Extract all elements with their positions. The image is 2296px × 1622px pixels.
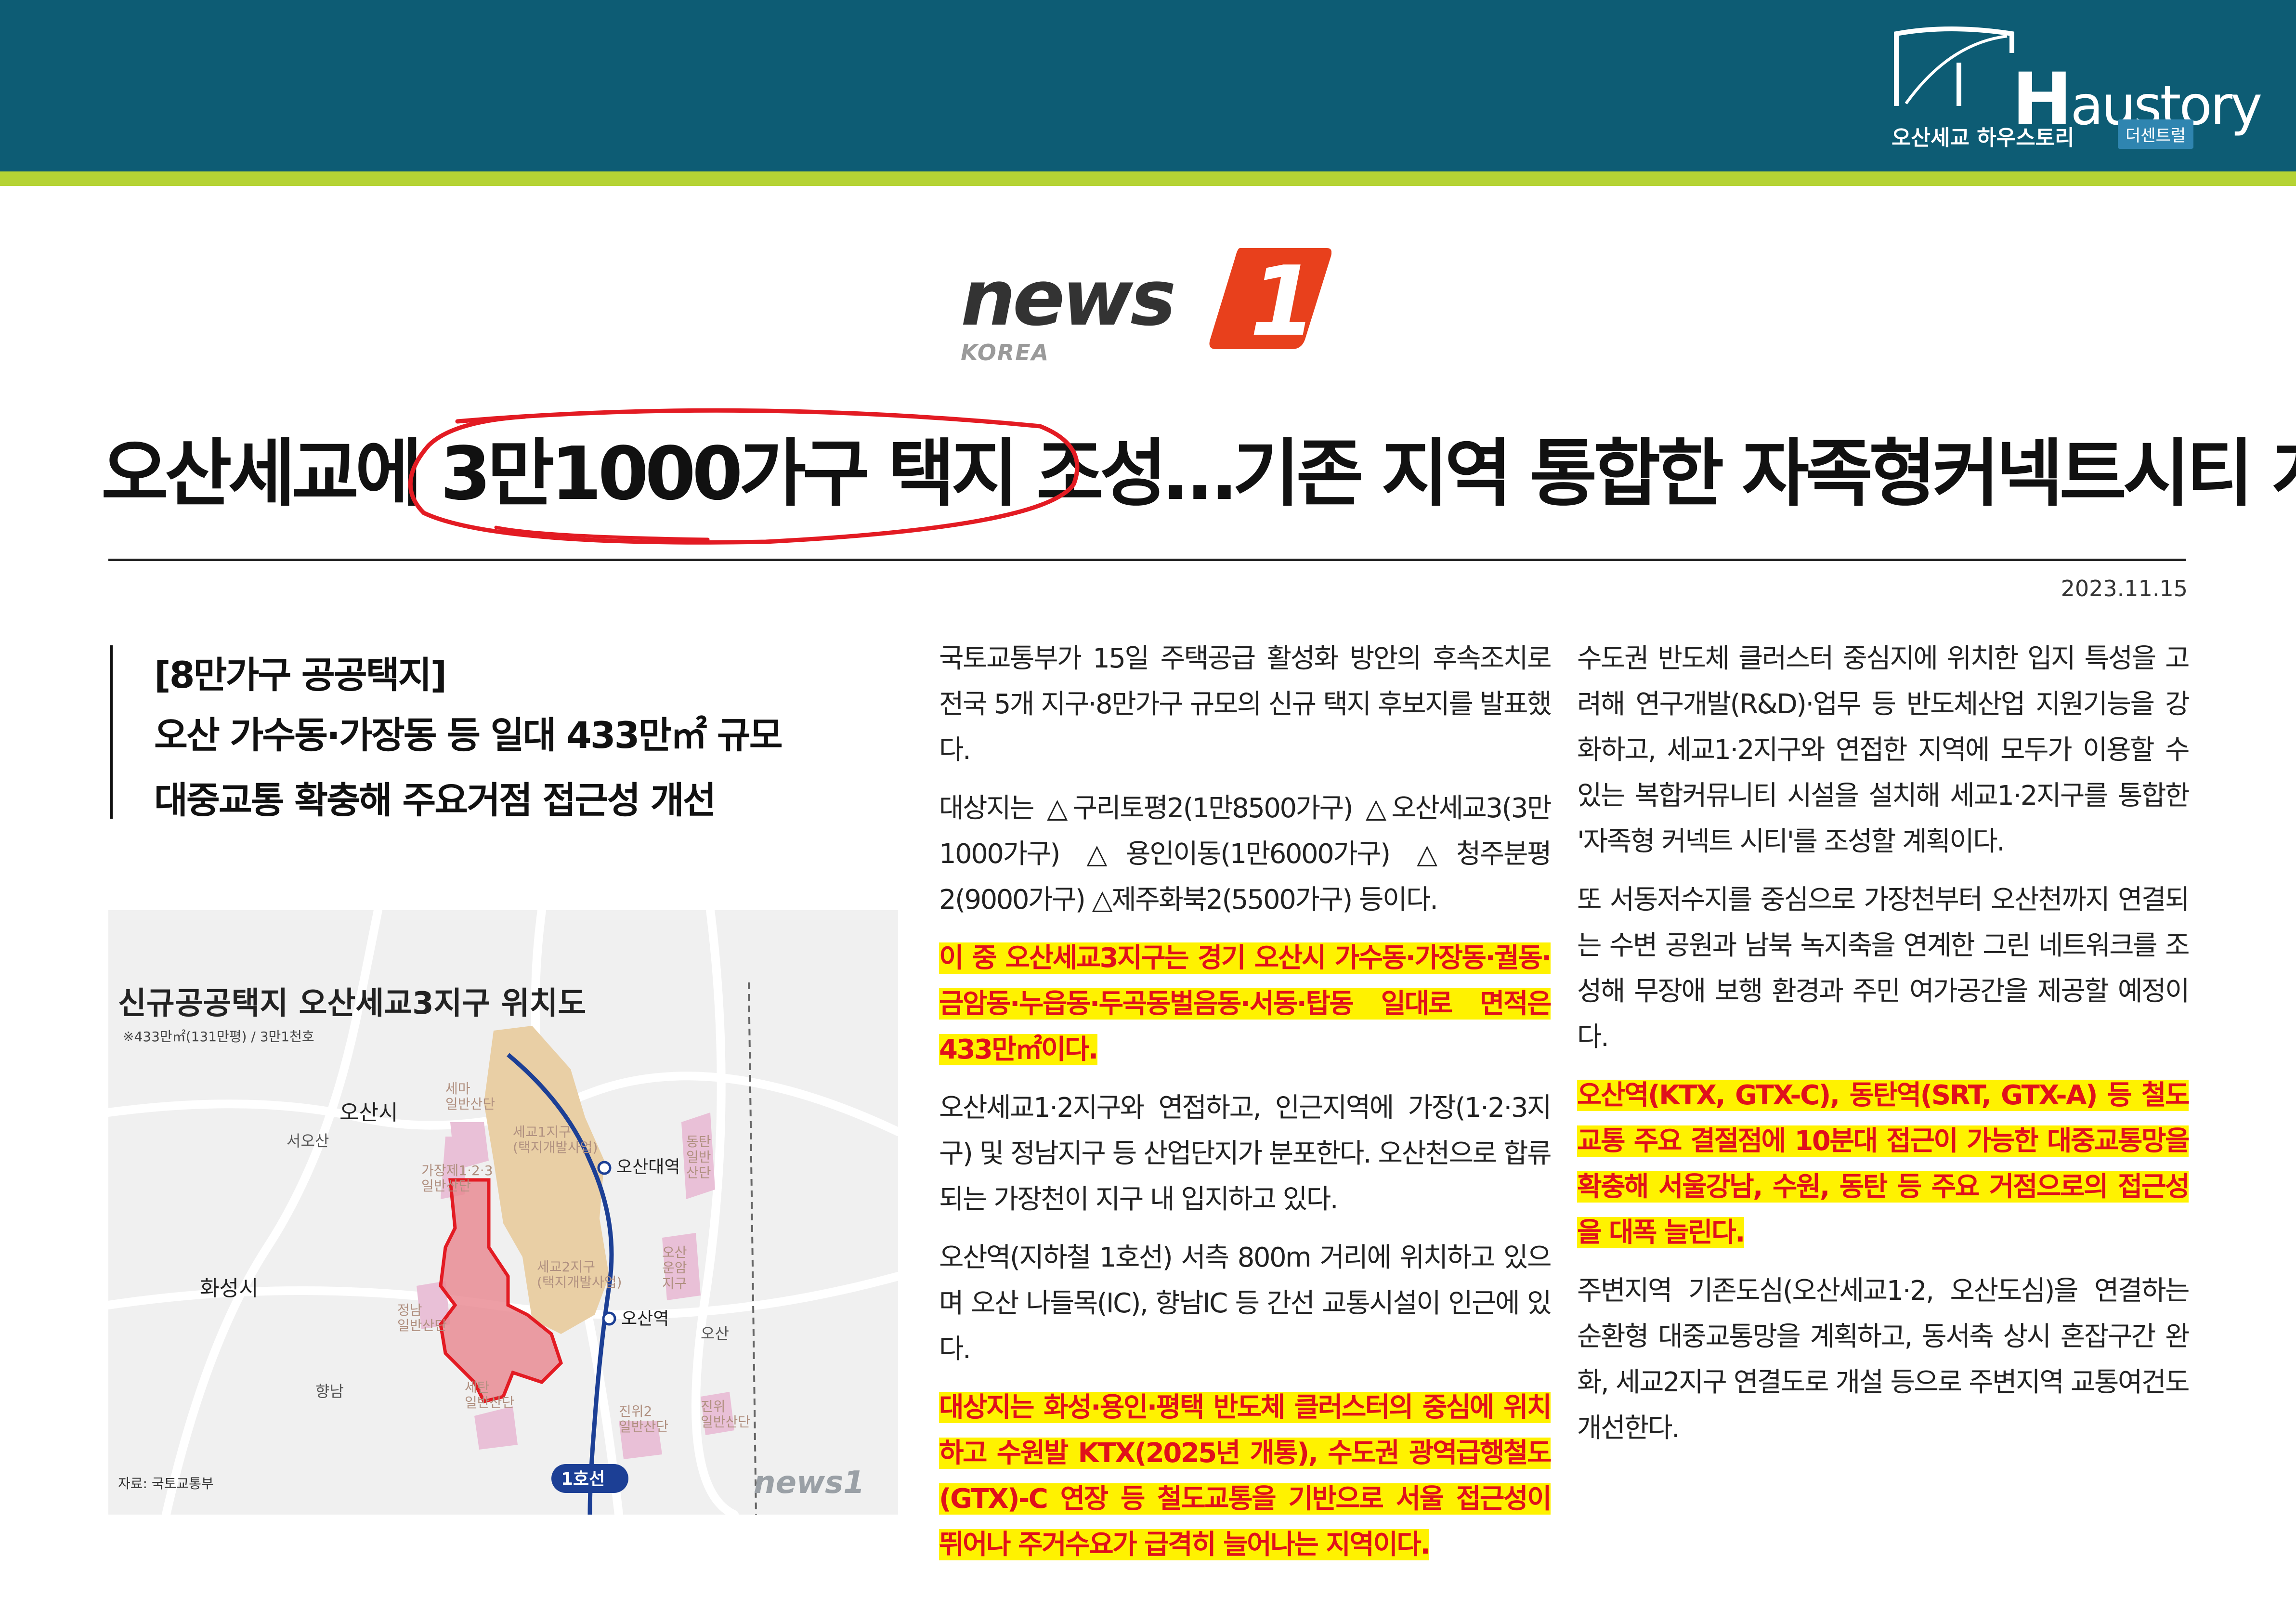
map-label-seoosan: 서오산 (287, 1132, 329, 1150)
col1-paragraph-5: 오산역(지하철 1호선) 서측 800m 거리에 위치하고 있으며 오산 나들목… (939, 1242, 1552, 1365)
article-date: 2023.11.15 (2061, 576, 2188, 602)
map-title: 신규공공택지 오산세교3지구 위치도 (118, 986, 586, 1021)
location-map: 신규공공택지 오산세교3지구 위치도 ※433만㎡(131만평) / 3만1천호… (108, 910, 898, 1515)
map-source: 자료: 국토교통부 (118, 1476, 214, 1491)
brand-badge: 더센트럴 (2118, 119, 2194, 149)
summary-line-2: 오산 가수동·가장동 등 일대 433만㎡ 규모 (154, 714, 783, 757)
col1-paragraph-6: 대상지는 화성·용인·평택 반도체 클러스터의 중심에 위치하고 수원발 KTX… (939, 1392, 1552, 1560)
news1-digit: 1 (1250, 246, 1317, 354)
brand-subtitle: 오산세교 하우스토리 (1892, 126, 2074, 150)
map-label-line1: 1호선 (561, 1469, 605, 1489)
col1-paragraph-4: 오산세교1·2지구와 연접하고, 인근지역에 가장(1·2·3지구) 및 정남지… (939, 1092, 1552, 1215)
news1-logo: news 1 KOREA (956, 243, 1341, 373)
summary-line-1: [8만가구 공공택지] (154, 654, 447, 696)
news1-korea-label: KOREA (961, 340, 1050, 366)
haustory-logo: Haustory 오산세교 하우스토리 더센트럴 (1892, 24, 2262, 154)
news1-one-icon: 1 (1209, 246, 1331, 354)
col2-paragraph-3: 오산역(KTX, GTX-C), 동탄역(SRT, GTX-A) 등 철도교통 … (1577, 1080, 2190, 1248)
headline: 오산세교에 3만1000가구 택지 조성…기존 지역 통합한 자족형커넥트시티 … (101, 431, 2296, 516)
col1-paragraph-3: 이 중 오산세교3지구는 경기 오산시 가수동·가장동·궐동·금암동·누읍동·두… (939, 942, 1552, 1065)
headline-rule (108, 559, 2186, 561)
map-label-hyangnam: 향남 (315, 1382, 344, 1400)
col1-paragraph-2: 대상지는 △구리토평2(1만8500가구) △오산세교3(3만1000가구) △… (939, 793, 1552, 916)
map-label-hwaseong: 화성시 (200, 1276, 258, 1301)
accent-line (0, 171, 2296, 186)
article-column-1: 국토교통부가 15일 주택공급 활성화 방안의 후속조치로 전국 5개 지구·8… (939, 636, 1552, 1580)
article-column-2: 수도권 반도체 클러스터 중심지에 위치한 입지 특성을 고려해 연구개발(R&… (1577, 636, 2190, 1464)
col2-paragraph-1: 수도권 반도체 클러스터 중심지에 위치한 입지 특성을 고려해 연구개발(R&… (1577, 643, 2190, 857)
map-label-osan-ic: 오산 (701, 1324, 729, 1343)
map-label-osan-city: 오산시 (339, 1100, 398, 1125)
news1-wordmark: news (961, 253, 1176, 343)
map-label-osan-uam: 오산 운암 지구 (662, 1244, 687, 1291)
col2-paragraph-2: 또 서동저수지를 중심으로 가장천부터 오산천까지 연결되는 수변 공원과 남북… (1577, 884, 2190, 1053)
summary-line-3: 대중교통 확충해 주요거점 접근성 개선 (154, 779, 717, 822)
col2-paragraph-4: 주변지역 기존도심(오산세교1·2, 오산도심)을 연결하는 순환형 대중교통망… (1577, 1275, 2190, 1444)
map-label-osan-station: 오산역 (621, 1309, 669, 1329)
map-label-osan-daeyeok: 오산대역 (616, 1157, 680, 1177)
summary-bar (110, 645, 113, 819)
map-watermark: news1 (754, 1465, 865, 1501)
map-subtitle: ※433만㎡(131만평) / 3만1천호 (123, 1029, 314, 1045)
map-label-dongtan: 동탄 일반 산단 (686, 1134, 711, 1180)
col1-paragraph-1: 국토교통부가 15일 주택공급 활성화 방안의 후속조치로 전국 5개 지구·8… (939, 643, 1552, 766)
